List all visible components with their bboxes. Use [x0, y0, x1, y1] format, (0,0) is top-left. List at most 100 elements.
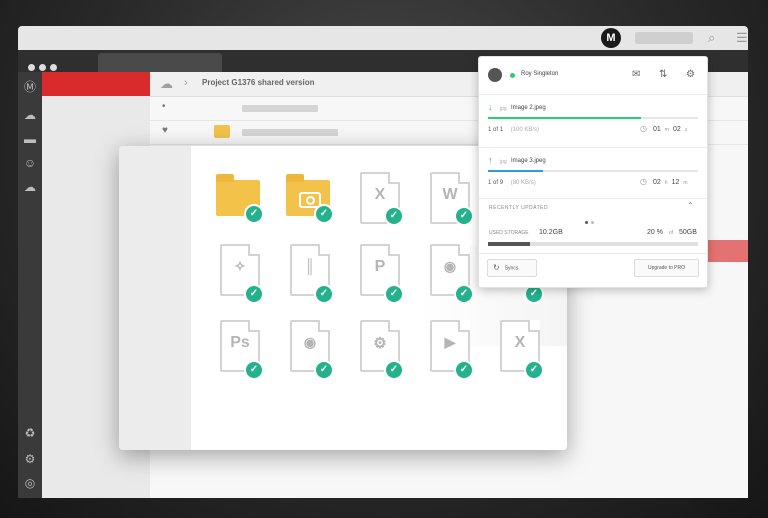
word-file-icon[interactable]: W ✓ — [426, 172, 474, 230]
chevron-up-icon[interactable]: ⌃ — [687, 201, 694, 210]
video-file-icon[interactable]: ▶ ✓ — [426, 320, 474, 380]
file-glyph: X — [374, 186, 386, 203]
powerpoint-file-icon[interactable]: P ✓ — [356, 244, 404, 304]
selected-row-highlight — [705, 240, 748, 262]
cloud-drive-icon[interactable]: ☁ — [160, 76, 173, 92]
transfer-file-name[interactable]: Image 2.jpeg — [511, 105, 546, 111]
folder-icon — [214, 125, 230, 138]
zipper-icon: ║ — [305, 258, 315, 274]
close-dot[interactable] — [28, 64, 35, 71]
file-glyph: X — [514, 334, 526, 351]
time-unit: m — [664, 127, 669, 133]
clock-icon: ◷ — [640, 177, 647, 186]
synced-check-icon: ✓ — [244, 204, 264, 224]
avatar[interactable] — [488, 68, 502, 82]
folder-nav-icon[interactable]: ▬ — [23, 132, 37, 146]
gears-icon: ⚙ — [373, 335, 387, 352]
popup-caret — [586, 57, 598, 62]
upgrade-button[interactable]: Upgrade to PRO — [634, 259, 699, 277]
syncs-label: Syncs — [504, 265, 519, 272]
synced-check-icon: ✓ — [384, 206, 404, 226]
bullet-icon: • — [162, 101, 166, 112]
storage-label: USED STORAGE — [489, 230, 529, 236]
storage-bar-fill — [488, 242, 530, 246]
synced-check-icon: ✓ — [244, 360, 264, 380]
time-value: 02 — [672, 126, 681, 133]
time-value: 12 — [671, 179, 680, 186]
podcast-icon: ◉ — [443, 258, 457, 274]
sync-popup: Roy Singleton ✉ ⇅ ⚙ ↓ jpg Image 2.jpeg 1… — [478, 56, 708, 288]
transfer-progress — [488, 117, 698, 119]
synced-check-icon: ✓ — [454, 206, 474, 226]
synced-check-icon: ✓ — [314, 284, 334, 304]
mega-logo-icon[interactable]: Ⓜ — [23, 80, 37, 94]
card-rail — [119, 146, 191, 450]
settings-icon[interactable]: ⚙ — [23, 452, 37, 466]
upload-arrow-icon: ↑ — [488, 155, 493, 165]
file-name-placeholder — [242, 105, 318, 112]
excel-file-icon[interactable]: X ✓ — [356, 172, 404, 230]
active-section-highlight — [42, 72, 150, 96]
upgrade-label: Upgrade to PRO — [648, 265, 685, 271]
browser-tab[interactable] — [98, 53, 222, 72]
minimize-dot[interactable] — [39, 64, 46, 71]
image-glyph-icon: ✧ — [234, 258, 246, 274]
image-file-icon[interactable]: ✧ ✓ — [216, 244, 264, 304]
transfer-progress-fill — [488, 117, 642, 119]
list-icon[interactable]: ☰ — [736, 30, 748, 46]
file-glyph: P — [374, 258, 386, 275]
time-remaining: 01 m 02 s — [653, 126, 691, 133]
synced-check-icon: ✓ — [384, 284, 404, 304]
transfer-count: 1 of 9 (80 KB/s) — [488, 180, 536, 186]
excel-file-icon[interactable]: X ✓ — [496, 320, 544, 380]
transfers-icon[interactable]: ⇅ — [659, 69, 667, 80]
zoom-dot[interactable] — [50, 64, 57, 71]
account-icon[interactable]: ◎ — [23, 476, 37, 490]
time-unit: h — [664, 180, 668, 186]
chat-icon[interactable]: ✉ — [632, 69, 640, 80]
storage-total: 50GB — [679, 229, 697, 236]
time-value: 01 — [653, 126, 661, 133]
camera-folder-icon[interactable]: ✓ — [286, 174, 334, 232]
audio-file-icon[interactable]: ◉ ✓ — [426, 244, 474, 304]
recently-updated-header[interactable]: RECENTLY UPDATED — [489, 205, 548, 211]
file-name-placeholder — [242, 129, 338, 136]
time-unit: m — [683, 180, 688, 186]
menubar-placeholder — [635, 32, 693, 44]
transfer-progress-fill — [488, 170, 543, 172]
folder-icon[interactable]: ✓ — [216, 174, 264, 232]
download-arrow-icon: ↓ — [488, 102, 493, 112]
count-of: of — [493, 127, 500, 133]
online-status-icon — [510, 73, 515, 78]
transfer-count: 1 of 1 (100 KB/s) — [488, 127, 539, 133]
gear-icon[interactable]: ⚙ — [686, 69, 695, 80]
play-icon: ▶ — [444, 334, 456, 350]
syncs-button[interactable]: ↻ Syncs — [487, 259, 537, 277]
contacts-icon[interactable]: ☺ — [23, 156, 37, 170]
photoshop-file-icon[interactable]: Ps ✓ — [216, 320, 264, 380]
storage-percent: 20 % — [647, 229, 663, 236]
count-of: of — [493, 180, 500, 186]
divider — [479, 253, 707, 254]
audio-file-icon[interactable]: ◉ ✓ — [286, 320, 334, 380]
sync-icon: ↻ — [493, 263, 500, 272]
breadcrumb-title[interactable]: Project G1376 shared version — [202, 78, 315, 87]
pager-dots[interactable] — [585, 220, 597, 226]
user-name: Roy Singleton — [521, 71, 559, 77]
search-icon[interactable]: ⌕ — [708, 30, 715, 46]
chat-icon[interactable]: ☁ — [23, 180, 37, 194]
transfer-file-name[interactable]: Image 3.jpeg — [511, 158, 546, 164]
cloud-icon[interactable]: ☁ — [23, 108, 37, 122]
mega-tray-icon[interactable]: M — [601, 28, 621, 48]
synced-check-icon: ✓ — [244, 284, 264, 304]
rubbish-bin-icon[interactable]: ♻ — [23, 426, 37, 440]
storage-of: of — [669, 230, 674, 236]
synced-check-icon: ✓ — [524, 360, 544, 380]
settings-file-icon[interactable]: ⚙ ✓ — [356, 320, 404, 380]
file-type: jpg — [500, 159, 507, 165]
synced-check-icon: ✓ — [454, 360, 474, 380]
zip-file-icon[interactable]: ║ ✓ — [286, 244, 334, 304]
chevron-right-icon: › — [184, 77, 188, 89]
synced-check-icon: ✓ — [454, 284, 474, 304]
transfer-speed: (80 KB/s) — [510, 180, 536, 186]
